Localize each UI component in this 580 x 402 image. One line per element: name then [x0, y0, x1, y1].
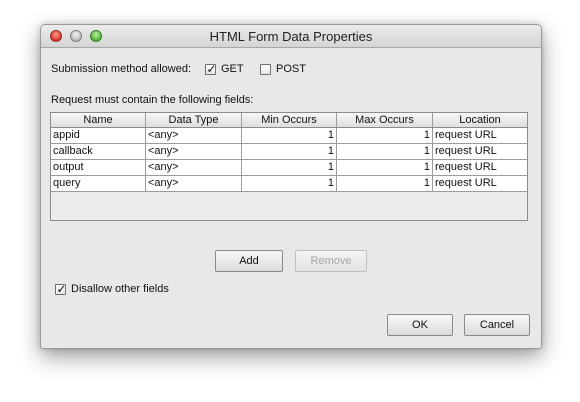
cell-max-occurs[interactable]: 1	[337, 128, 433, 144]
cell-name[interactable]: callback	[51, 144, 146, 160]
cell-location[interactable]: request URL	[433, 144, 527, 160]
cell-name[interactable]: query	[51, 176, 146, 192]
cell-name[interactable]: appid	[51, 128, 146, 144]
table-row[interactable]: output <any> 1 1 request URL	[51, 160, 527, 176]
cell-min-occurs[interactable]: 1	[242, 160, 337, 176]
ok-button[interactable]: OK	[387, 314, 453, 336]
table-row[interactable]: appid <any> 1 1 request URL	[51, 128, 527, 144]
disallow-other-fields-checkbox[interactable]: ✓	[55, 282, 67, 296]
cell-location[interactable]: request URL	[433, 160, 527, 176]
column-header-location[interactable]: Location	[433, 113, 527, 127]
column-header-max-occurs[interactable]: Max Occurs	[337, 113, 433, 127]
cell-max-occurs[interactable]: 1	[337, 160, 433, 176]
cell-min-occurs[interactable]: 1	[242, 176, 337, 192]
get-checkbox[interactable]: ✓	[205, 62, 217, 76]
cell-location[interactable]: request URL	[433, 128, 527, 144]
window-title: HTML Form Data Properties	[209, 29, 373, 44]
dialog-window: HTML Form Data Properties Submission met…	[40, 24, 542, 349]
post-label[interactable]: POST	[276, 63, 306, 75]
checkmark-icon: ✓	[206, 62, 217, 76]
cell-data-type[interactable]: <any>	[146, 144, 242, 160]
cell-min-occurs[interactable]: 1	[242, 144, 337, 160]
cell-min-occurs[interactable]: 1	[242, 128, 337, 144]
cell-name[interactable]: output	[51, 160, 146, 176]
cell-data-type[interactable]: <any>	[146, 160, 242, 176]
get-label[interactable]: GET	[221, 63, 244, 75]
disallow-other-fields-label[interactable]: Disallow other fields	[71, 283, 169, 295]
table-row[interactable]: query <any> 1 1 request URL	[51, 176, 527, 192]
cell-data-type[interactable]: <any>	[146, 128, 242, 144]
post-checkbox[interactable]	[260, 64, 271, 75]
submission-method-label: Submission method allowed:	[51, 63, 192, 75]
cancel-button[interactable]: Cancel	[464, 314, 530, 336]
cell-location[interactable]: request URL	[433, 176, 527, 192]
cell-data-type[interactable]: <any>	[146, 176, 242, 192]
remove-button[interactable]: Remove	[295, 250, 367, 272]
cell-max-occurs[interactable]: 1	[337, 176, 433, 192]
fields-table[interactable]: Name Data Type Min Occurs Max Occurs Loc…	[50, 112, 528, 221]
table-header: Name Data Type Min Occurs Max Occurs Loc…	[51, 113, 527, 128]
title-bar[interactable]: HTML Form Data Properties	[41, 25, 541, 48]
checkmark-icon: ✓	[56, 282, 67, 296]
add-button[interactable]: Add	[215, 250, 283, 272]
column-header-data-type[interactable]: Data Type	[146, 113, 242, 127]
column-header-min-occurs[interactable]: Min Occurs	[242, 113, 337, 127]
cell-max-occurs[interactable]: 1	[337, 144, 433, 160]
fields-section-label: Request must contain the following field…	[51, 94, 254, 106]
table-row[interactable]: callback <any> 1 1 request URL	[51, 144, 527, 160]
column-header-name[interactable]: Name	[51, 113, 146, 127]
